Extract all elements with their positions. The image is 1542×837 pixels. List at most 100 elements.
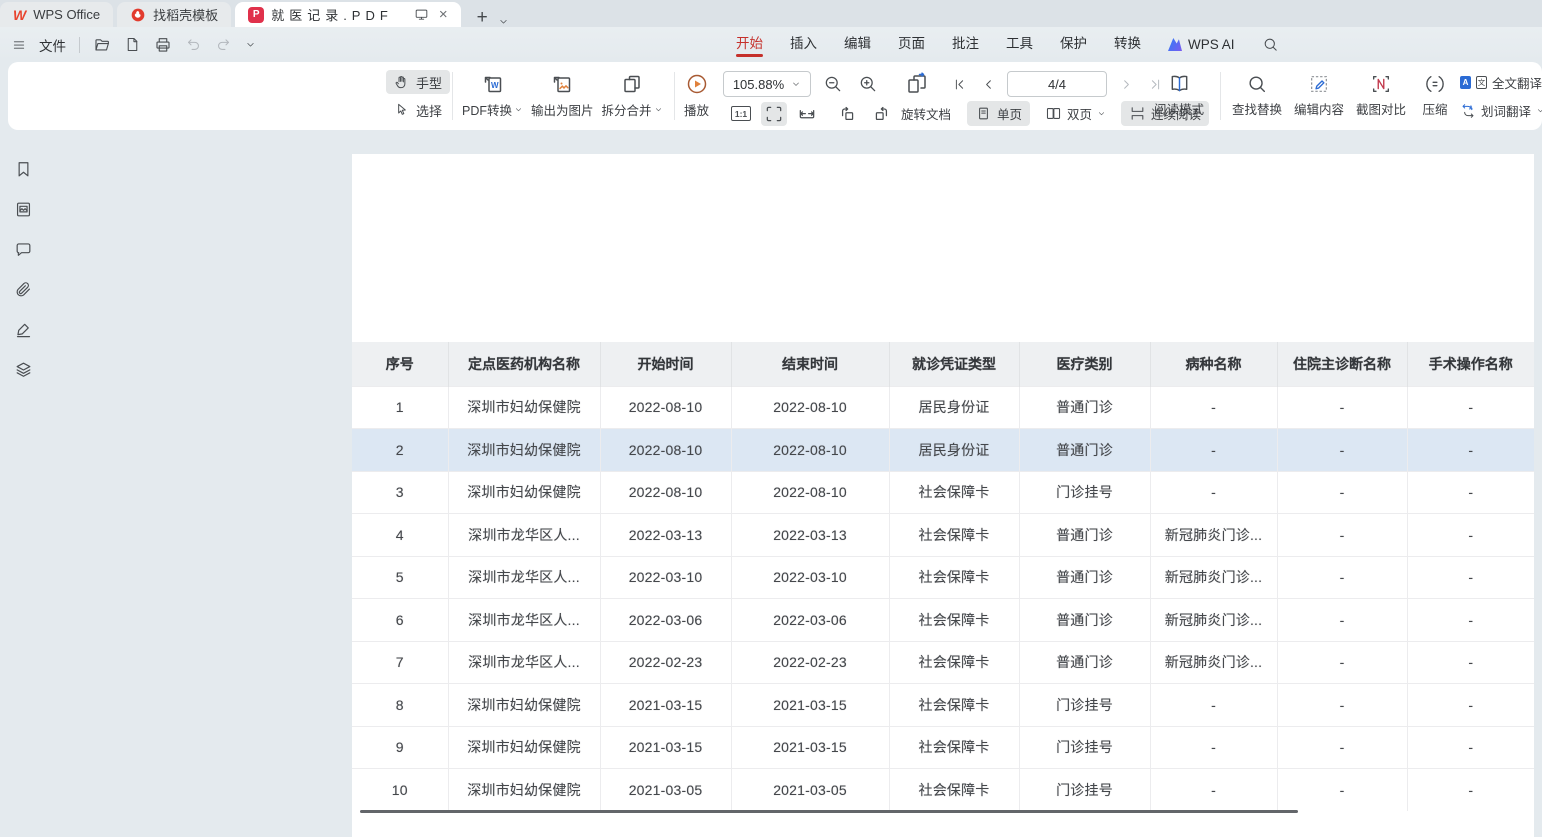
fit-page-button[interactable] (761, 102, 787, 126)
play-button[interactable]: 播放 (680, 66, 713, 124)
rotate-left-button[interactable] (835, 102, 861, 126)
menu-tools[interactable]: 工具 (1006, 32, 1033, 57)
menu-wps-ai[interactable]: WPS AI (1168, 37, 1235, 52)
rotate-doc-label[interactable]: 旋转文档 (901, 104, 951, 123)
table-cell: 门诊挂号 (1019, 684, 1150, 727)
edit-content-icon (1308, 73, 1330, 95)
page-number-input[interactable]: 4/4 (1007, 71, 1107, 97)
table-cell: 普通门诊 (1019, 556, 1150, 599)
tab-docer-templates[interactable]: 找稻壳模板 (117, 2, 231, 27)
replace-pages-icon[interactable] (904, 72, 930, 96)
table-cell: 居民身份证 (889, 386, 1019, 429)
table-cell: 1 (352, 386, 448, 429)
actual-size-button[interactable]: 1:1 (728, 102, 754, 126)
table-cell: - (1407, 556, 1534, 599)
word-translate-button[interactable]: A 划词翻译 (1460, 101, 1542, 120)
compress-icon (1424, 73, 1446, 95)
menu-insert[interactable]: 插入 (790, 32, 817, 57)
menu-page[interactable]: 页面 (898, 32, 925, 57)
table-cell: 普通门诊 (1019, 599, 1150, 642)
present-monitor-icon[interactable] (414, 7, 429, 22)
column-header: 住院主诊断名称 (1277, 342, 1407, 386)
new-tab-button[interactable]: + (477, 8, 488, 27)
menu-home[interactable]: 开始 (736, 32, 763, 57)
screenshot-compare-button[interactable]: 截图对比 (1350, 66, 1412, 124)
tab-list-chevron-icon[interactable] (498, 16, 509, 27)
zoom-out-icon[interactable] (820, 72, 846, 96)
table-cell: 新冠肺炎门诊... (1150, 641, 1277, 684)
first-page-icon[interactable] (949, 72, 969, 96)
sign-icon[interactable] (12, 318, 34, 340)
export-image-button[interactable]: 输出为图片 (527, 66, 598, 124)
tab-wps-office[interactable]: W WPS Office (0, 2, 113, 27)
select-tool-button[interactable]: 选择 (386, 98, 450, 122)
double-page-button[interactable]: 双页 (1037, 101, 1114, 126)
table-cell: 2022-08-10 (731, 386, 889, 429)
play-icon (685, 72, 709, 96)
hand-icon (394, 74, 410, 90)
ribbon-toolbar: 手型 选择 W PDF转换 输出为图片 拆分合并 播放 105.88% (8, 62, 1542, 130)
table-cell: - (1277, 641, 1407, 684)
table-cell: 2022-08-10 (600, 386, 731, 429)
bookmark-icon[interactable] (12, 158, 34, 180)
menu-comment[interactable]: 批注 (952, 32, 979, 57)
redo-icon[interactable] (215, 36, 232, 53)
comments-icon[interactable] (12, 238, 34, 260)
table-cell: 居民身份证 (889, 429, 1019, 472)
table-cell: 社会保障卡 (889, 641, 1019, 684)
full-translate-button[interactable]: A 文 全文翻译 (1460, 73, 1542, 92)
table-cell: 新冠肺炎门诊... (1150, 599, 1277, 642)
file-group: 文件 (12, 27, 256, 62)
thumbnails-icon[interactable] (12, 198, 34, 220)
pointer-mode-group: 手型 选择 (386, 70, 450, 122)
one-to-one-icon: 1:1 (731, 106, 751, 121)
wps-ai-logo-icon (1168, 38, 1182, 51)
find-replace-button[interactable]: 查找替换 (1226, 66, 1288, 124)
translate-cjk-icon: 文 (1476, 76, 1487, 89)
table-bottom-scrollbar[interactable] (360, 810, 1298, 813)
layers-icon[interactable] (12, 358, 34, 380)
rotate-right-button[interactable] (868, 102, 894, 126)
menu-protect[interactable]: 保护 (1060, 32, 1087, 57)
hand-tool-button[interactable]: 手型 (386, 70, 450, 94)
zoom-page-controls-bottom: 1:1 旋转文档 单页 双页 连续阅读 (728, 101, 1209, 126)
single-page-button[interactable]: 单页 (967, 101, 1030, 126)
read-mode-button[interactable]: 阅读模式 (1150, 66, 1208, 124)
tab-document-active[interactable]: P 就医记录.PDF × (235, 2, 460, 27)
save-icon[interactable] (124, 36, 141, 53)
quick-tools-chevron-icon[interactable] (245, 39, 256, 50)
table-cell: - (1150, 684, 1277, 727)
open-folder-icon[interactable] (93, 36, 111, 54)
close-tab-icon[interactable]: × (439, 6, 448, 23)
next-page-icon[interactable] (1116, 72, 1136, 96)
zoom-in-icon[interactable] (855, 72, 881, 96)
fit-width-button[interactable] (794, 102, 820, 126)
table-cell: - (1277, 726, 1407, 769)
table-row: 8深圳市妇幼保健院2021-03-152021-03-15社会保障卡门诊挂号--… (352, 684, 1534, 727)
hamburger-icon[interactable] (12, 38, 26, 52)
zoom-level-select[interactable]: 105.88% (723, 71, 811, 97)
print-icon[interactable] (154, 36, 172, 54)
table-cell: 深圳市妇幼保健院 (448, 726, 600, 769)
column-header: 结束时间 (731, 342, 889, 386)
table-cell: - (1277, 471, 1407, 514)
table-cell: 社会保障卡 (889, 514, 1019, 557)
menu-bar: 文件 开始 插入 编辑 页面 批注 工具 保护 转换 WPS AI (0, 27, 1542, 62)
compress-button[interactable]: 压缩 (1412, 66, 1458, 124)
pdf-convert-button[interactable]: W PDF转换 (458, 66, 527, 124)
tab-bar: W WPS Office 找稻壳模板 P 就医记录.PDF × + (0, 0, 1542, 27)
book-icon (1168, 72, 1191, 95)
undo-icon[interactable] (185, 36, 202, 53)
split-merge-button[interactable]: 拆分合并 (598, 66, 667, 124)
table-cell: - (1150, 726, 1277, 769)
search-icon[interactable] (1262, 36, 1279, 53)
table-cell: 2021-03-15 (731, 684, 889, 727)
tab-label: WPS Office (33, 7, 100, 22)
attachments-icon[interactable] (12, 278, 34, 300)
menu-edit[interactable]: 编辑 (844, 32, 871, 57)
edit-content-button[interactable]: 编辑内容 (1288, 66, 1350, 124)
table-cell: 2022-03-13 (600, 514, 731, 557)
previous-page-icon[interactable] (978, 72, 998, 96)
file-menu[interactable]: 文件 (39, 35, 66, 55)
menu-convert[interactable]: 转换 (1114, 32, 1141, 57)
